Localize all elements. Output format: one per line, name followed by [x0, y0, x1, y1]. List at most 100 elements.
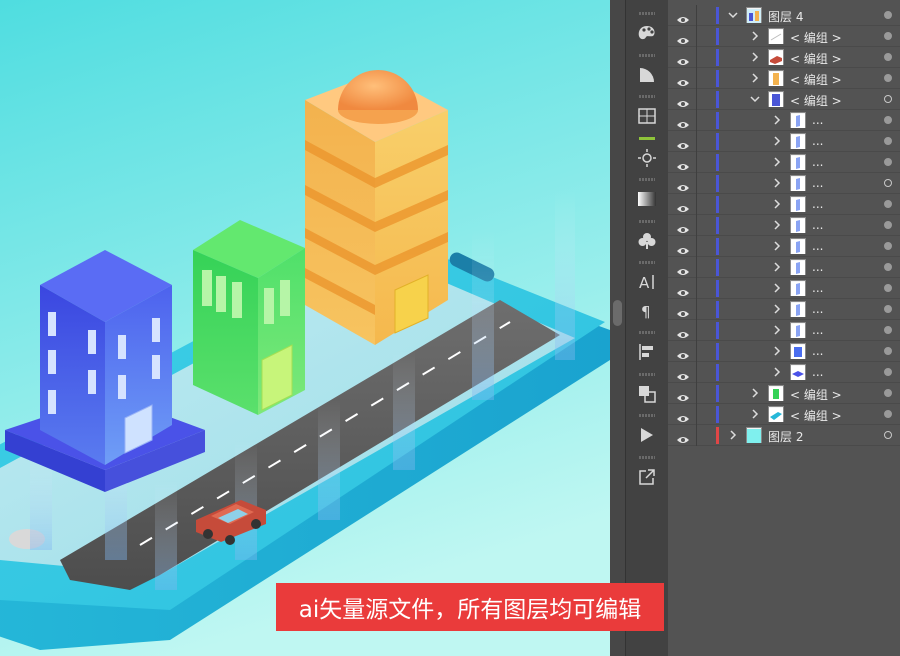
- play-icon[interactable]: [626, 414, 668, 450]
- visibility-eye-icon[interactable]: [677, 325, 689, 338]
- target-circle-icon[interactable]: [884, 95, 892, 103]
- export-icon[interactable]: [626, 456, 668, 492]
- layer-row[interactable]: < 编组 >: [668, 47, 900, 68]
- layer-row[interactable]: 图层 4: [668, 5, 900, 26]
- visibility-eye-icon[interactable]: [677, 136, 689, 149]
- layer-row[interactable]: ...: [668, 341, 900, 362]
- target-circle-icon[interactable]: [884, 347, 892, 355]
- layer-name[interactable]: ...: [812, 260, 823, 274]
- target-circle-icon[interactable]: [884, 242, 892, 250]
- layer-name[interactable]: ...: [812, 197, 823, 211]
- chevron-right-icon[interactable]: [772, 178, 782, 188]
- target-circle-icon[interactable]: [884, 137, 892, 145]
- chevron-right-icon[interactable]: [772, 157, 782, 167]
- layer-row[interactable]: ...: [668, 320, 900, 341]
- scroll-grip[interactable]: [613, 300, 622, 326]
- chevron-right-icon[interactable]: [750, 73, 760, 83]
- target-circle-icon[interactable]: [884, 263, 892, 271]
- palette-icon[interactable]: [626, 12, 668, 48]
- chevron-right-icon[interactable]: [772, 220, 782, 230]
- gradient-icon[interactable]: [626, 54, 668, 90]
- chevron-right-icon[interactable]: [750, 52, 760, 62]
- layer-name[interactable]: < 编组 >: [790, 29, 842, 46]
- chevron-right-icon[interactable]: [750, 31, 760, 41]
- artboards-icon[interactable]: [626, 95, 668, 131]
- chevron-right-icon[interactable]: [772, 136, 782, 146]
- paragraph-icon[interactable]: ¶: [626, 296, 668, 326]
- align-icon[interactable]: [626, 331, 668, 367]
- target-circle-icon[interactable]: [884, 305, 892, 313]
- visibility-eye-icon[interactable]: [677, 178, 689, 191]
- layer-name[interactable]: < 编组 >: [790, 71, 842, 88]
- layer-row[interactable]: ...: [668, 110, 900, 131]
- target-circle-icon[interactable]: [884, 410, 892, 418]
- layer-name[interactable]: < 编组 >: [790, 407, 842, 424]
- target-circle-icon[interactable]: [884, 32, 892, 40]
- layer-row[interactable]: ...: [668, 152, 900, 173]
- chevron-down-icon[interactable]: [728, 10, 738, 20]
- visibility-eye-icon[interactable]: [677, 94, 689, 107]
- target-circle-icon[interactable]: [884, 221, 892, 229]
- layer-row[interactable]: ...: [668, 257, 900, 278]
- target-circle-icon[interactable]: [884, 431, 892, 439]
- visibility-eye-icon[interactable]: [677, 283, 689, 296]
- layer-row[interactable]: < 编组 >: [668, 404, 900, 425]
- layer-name[interactable]: ...: [812, 281, 823, 295]
- target-circle-icon[interactable]: [884, 389, 892, 397]
- chevron-right-icon[interactable]: [772, 367, 782, 377]
- visibility-eye-icon[interactable]: [677, 430, 689, 443]
- layer-row[interactable]: ...: [668, 278, 900, 299]
- visibility-eye-icon[interactable]: [677, 52, 689, 65]
- visibility-eye-icon[interactable]: [677, 304, 689, 317]
- layer-name[interactable]: ...: [812, 365, 823, 379]
- chevron-right-icon[interactable]: [772, 283, 782, 293]
- pathfinder-icon[interactable]: [626, 373, 668, 409]
- layer-name[interactable]: ...: [812, 134, 823, 148]
- layer-name[interactable]: ...: [812, 239, 823, 253]
- layer-name[interactable]: ...: [812, 155, 823, 169]
- layer-row[interactable]: < 编组 >: [668, 89, 900, 110]
- layer-name[interactable]: < 编组 >: [790, 50, 842, 67]
- chevron-right-icon[interactable]: [772, 304, 782, 314]
- layer-row[interactable]: ...: [668, 173, 900, 194]
- layer-name[interactable]: ...: [812, 113, 823, 127]
- chevron-right-icon[interactable]: [728, 430, 738, 440]
- chevron-right-icon[interactable]: [772, 115, 782, 125]
- layer-name[interactable]: < 编组 >: [790, 92, 842, 109]
- visibility-eye-icon[interactable]: [677, 409, 689, 422]
- visibility-eye-icon[interactable]: [677, 31, 689, 44]
- target-circle-icon[interactable]: [884, 284, 892, 292]
- brightness-icon[interactable]: [626, 137, 668, 173]
- chevron-right-icon[interactable]: [750, 388, 760, 398]
- chevron-right-icon[interactable]: [772, 346, 782, 356]
- layer-name[interactable]: 图层 2: [768, 428, 803, 445]
- layer-name[interactable]: ...: [812, 323, 823, 337]
- chevron-right-icon[interactable]: [772, 325, 782, 335]
- canvas-scroll-gutter[interactable]: [610, 0, 625, 656]
- layer-name[interactable]: 图层 4: [768, 8, 803, 25]
- layer-row[interactable]: ...: [668, 299, 900, 320]
- target-circle-icon[interactable]: [884, 116, 892, 124]
- artboard-canvas[interactable]: [0, 0, 610, 656]
- visibility-eye-icon[interactable]: [677, 115, 689, 128]
- layer-name[interactable]: ...: [812, 344, 823, 358]
- visibility-eye-icon[interactable]: [677, 220, 689, 233]
- target-circle-icon[interactable]: [884, 53, 892, 61]
- layer-name[interactable]: ...: [812, 302, 823, 316]
- visibility-eye-icon[interactable]: [677, 388, 689, 401]
- layer-name[interactable]: < 编组 >: [790, 386, 842, 403]
- layer-row[interactable]: ...: [668, 215, 900, 236]
- target-circle-icon[interactable]: [884, 179, 892, 187]
- visibility-eye-icon[interactable]: [677, 241, 689, 254]
- visibility-eye-icon[interactable]: [677, 73, 689, 86]
- visibility-eye-icon[interactable]: [677, 346, 689, 359]
- visibility-eye-icon[interactable]: [677, 262, 689, 275]
- layer-row[interactable]: < 编组 >: [668, 383, 900, 404]
- chevron-right-icon[interactable]: [750, 409, 760, 419]
- chevron-right-icon[interactable]: [772, 262, 782, 272]
- layer-row[interactable]: ...: [668, 131, 900, 152]
- target-circle-icon[interactable]: [884, 368, 892, 376]
- club-symbol-icon[interactable]: [626, 220, 668, 256]
- chevron-down-icon[interactable]: [750, 94, 760, 104]
- layer-row[interactable]: < 编组 >: [668, 68, 900, 89]
